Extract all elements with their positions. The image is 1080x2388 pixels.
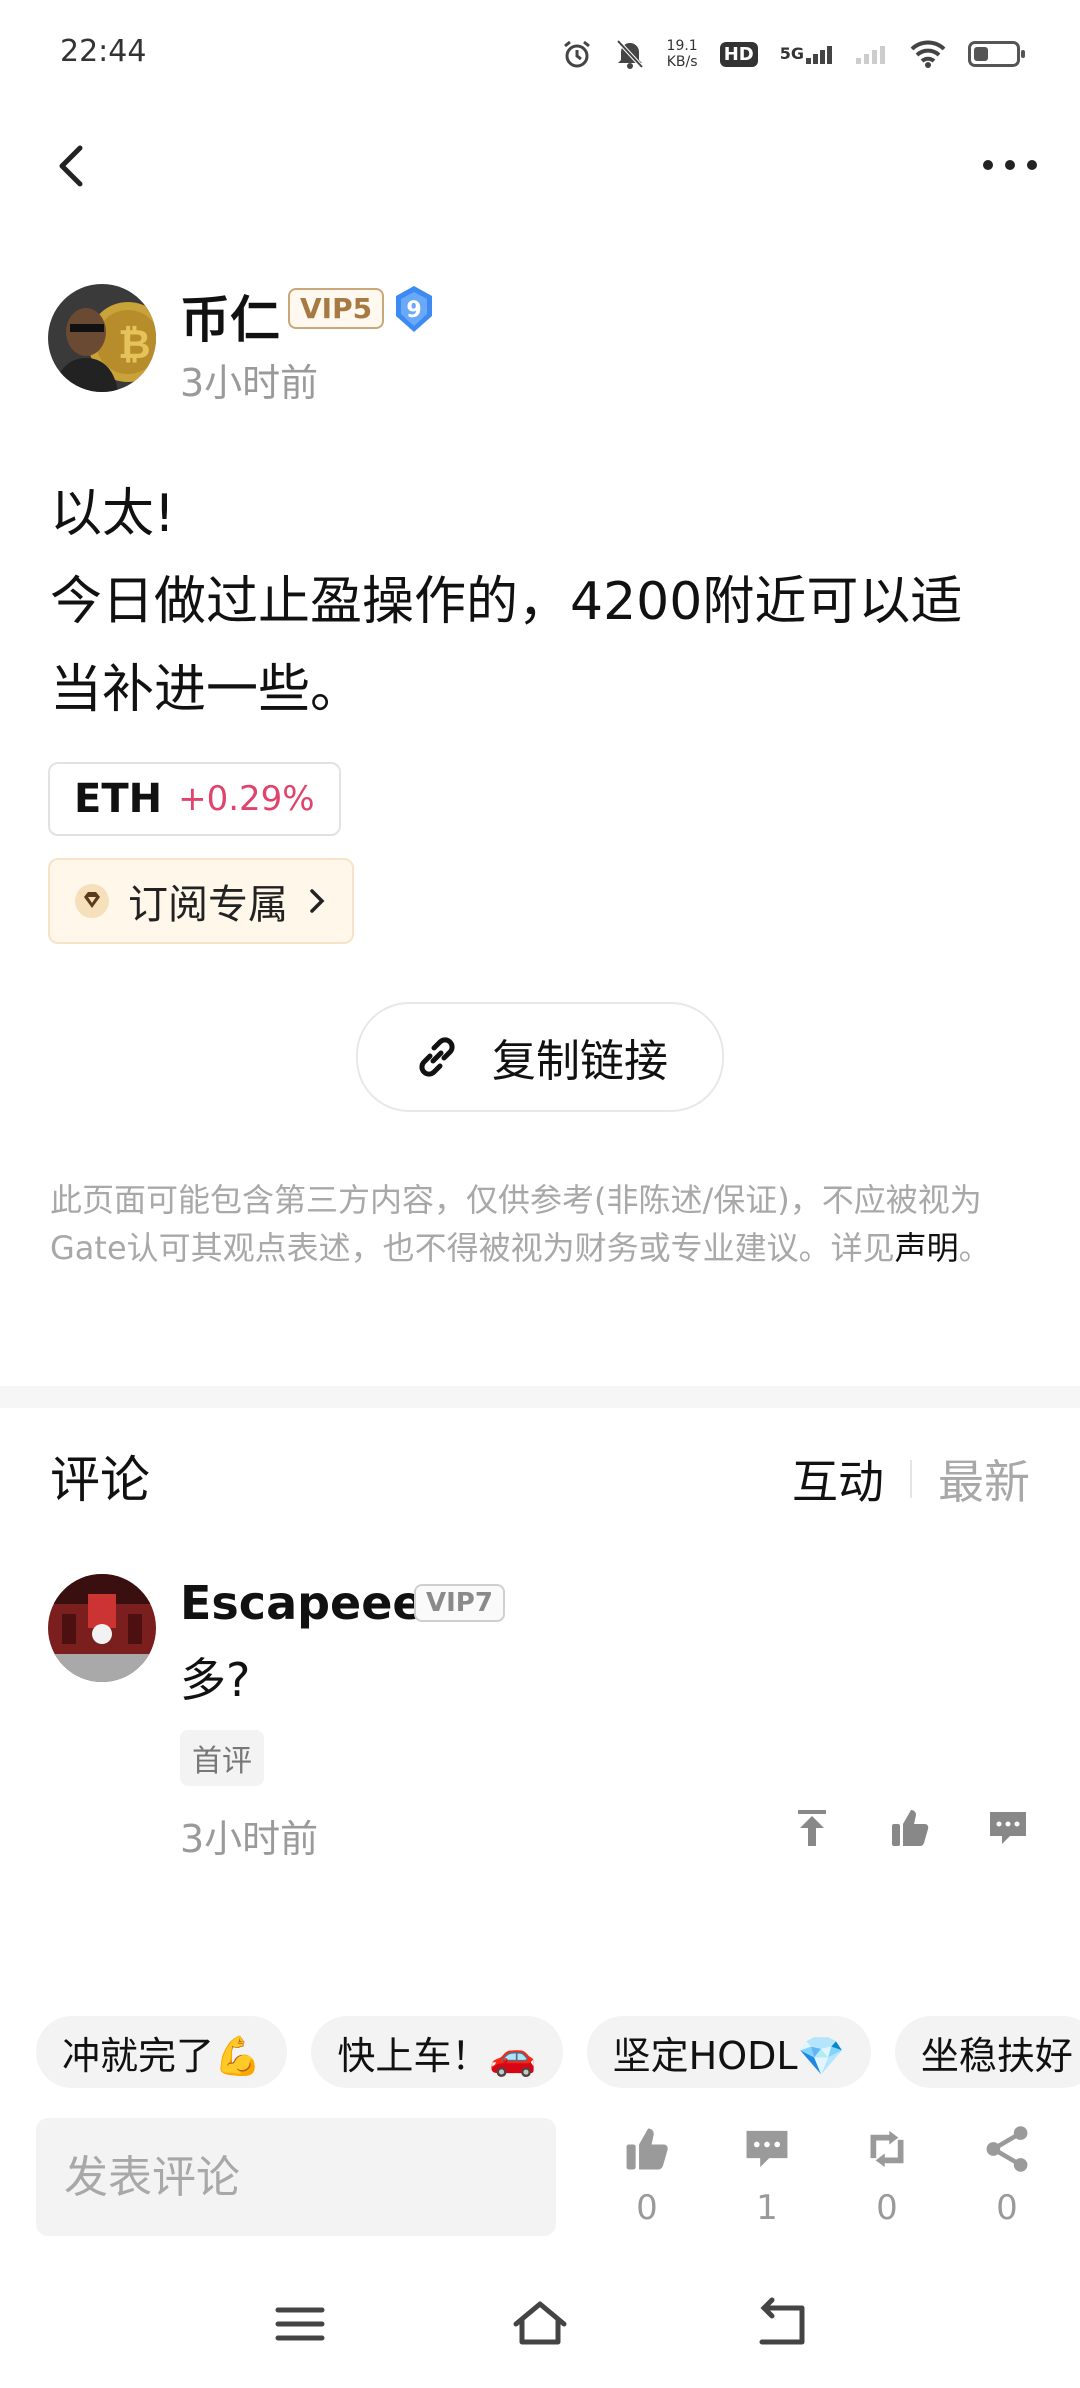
post-line: 当补进一些。 — [50, 660, 363, 720]
comment-stat[interactable]: 1 — [722, 2124, 812, 2228]
alarm-icon — [563, 40, 590, 68]
battery-icon — [968, 41, 1025, 67]
net-speed-value: 19.1 — [666, 38, 698, 54]
commenter-vip-badge: VIP7 — [414, 1584, 505, 1622]
comment-reply-button[interactable] — [986, 1806, 1030, 1850]
comment-icon — [746, 2130, 788, 2168]
share-icon — [986, 2126, 1028, 2172]
link-icon — [419, 1037, 455, 1077]
system-menu-button[interactable] — [270, 2296, 330, 2352]
share-count: 0 — [996, 2188, 1018, 2228]
pin-top-icon — [798, 1810, 826, 1846]
share-stat[interactable]: 0 — [962, 2124, 1052, 2228]
level-badge: 9 — [392, 284, 436, 334]
comment-time: 3小时前 — [180, 1817, 319, 1861]
disclaimer-text: 此页面可能包含第三方内容，仅供参考(非陈述/保证)，不应被视为Gate认可其观点… — [50, 1181, 982, 1267]
comment-sort-tabs: 互动 最新 — [792, 1446, 1030, 1512]
disclaimer: 此页面可能包含第三方内容，仅供参考(非陈述/保证)，不应被视为Gate认可其观点… — [50, 1176, 1030, 1272]
return-icon — [759, 2297, 805, 2345]
svg-text:₿: ₿ — [118, 322, 151, 368]
mute-icon — [616, 39, 644, 69]
net-speed-unit: KB/s — [666, 54, 698, 70]
post-line: 以太! — [50, 484, 175, 544]
home-icon — [513, 2301, 567, 2345]
token-tag[interactable]: ETH +0.29% — [48, 762, 341, 836]
chevron-left-icon — [59, 145, 83, 187]
status-icons: 19.1 KB/s HD 5G — [561, 38, 1025, 70]
quick-reply-chip[interactable]: 坐稳扶好 — [894, 2016, 1080, 2088]
pin-top-button[interactable] — [790, 1806, 834, 1850]
token-change: +0.29% — [178, 779, 315, 819]
vip-badge: VIP5 — [288, 288, 385, 329]
token-symbol: ETH — [74, 776, 163, 822]
quick-replies: 冲就完了💪 快上车！🚗 坚定HODL💎 坐稳扶好 — [36, 2016, 1080, 2088]
disclaimer-end: 。 — [958, 1229, 991, 1267]
more-dots-icon — [983, 160, 1037, 170]
signal-icon — [856, 46, 885, 64]
comment-actions — [790, 1806, 1030, 1850]
repost-stat[interactable]: 0 — [842, 2124, 932, 2228]
level-number: 9 — [406, 298, 421, 323]
comment-input[interactable] — [36, 2118, 556, 2236]
diamond-icon — [75, 884, 109, 918]
post-body: 以太! 今日做过止盈操作的，4200附近可以适 当补进一些。 — [50, 470, 1040, 734]
repost-icon — [870, 2130, 904, 2168]
signal-5g-icon: 5G — [780, 44, 834, 64]
quick-reply-chip[interactable]: 坚定HODL💎 — [586, 2016, 871, 2088]
tab-latest[interactable]: 最新 — [938, 1446, 1030, 1512]
subscribe-button[interactable]: 订阅专属 — [48, 858, 354, 944]
network-label: 5G — [779, 44, 804, 63]
back-button[interactable] — [50, 138, 94, 194]
author-avatar[interactable]: ₿ — [48, 284, 156, 392]
comment-text: 多? — [180, 1653, 251, 1707]
post-line: 今日做过止盈操作的，4200附近可以适 — [50, 572, 963, 632]
chevron-right-icon — [310, 889, 325, 913]
tab-separator — [910, 1460, 912, 1498]
system-home-button[interactable] — [510, 2296, 570, 2352]
tab-interaction[interactable]: 互动 — [792, 1446, 884, 1512]
quick-reply-chip[interactable]: 冲就完了💪 — [36, 2016, 288, 2088]
post-time: 3小时前 — [180, 361, 319, 405]
quick-reply-chip[interactable]: 快上车！🚗 — [311, 2016, 563, 2088]
thumb-up-icon — [892, 1810, 929, 1846]
wifi-icon — [910, 40, 946, 68]
commenter-avatar[interactable] — [48, 1574, 156, 1682]
like-stat[interactable]: 0 — [602, 2124, 692, 2228]
more-button[interactable] — [980, 150, 1040, 180]
copy-link-button[interactable]: 复制链接 — [356, 1002, 724, 1112]
system-back-button[interactable] — [752, 2296, 812, 2352]
like-count: 0 — [636, 2188, 658, 2228]
author-name[interactable]: 币仁 — [180, 280, 280, 352]
net-speed: 19.1 KB/s — [667, 38, 698, 70]
section-divider — [0, 1386, 1080, 1408]
menu-icon — [275, 2307, 325, 2341]
status-time: 22:44 — [60, 34, 147, 69]
commenter-name[interactable]: Escapeee — [180, 1576, 424, 1630]
disclaimer-link[interactable]: 声明 — [895, 1229, 959, 1267]
hd-icon: HD — [719, 41, 758, 67]
comment-count: 1 — [756, 2188, 778, 2228]
first-comment-tag: 首评 — [180, 1730, 264, 1786]
thumb-up-icon — [626, 2128, 668, 2170]
comment-like-button[interactable] — [888, 1806, 932, 1850]
subscribe-label: 订阅专属 — [128, 882, 288, 928]
comments-title: 评论 — [50, 1451, 150, 1509]
repost-count: 0 — [876, 2188, 898, 2228]
comment-icon — [990, 1812, 1026, 1844]
copy-link-label: 复制链接 — [492, 1036, 668, 1087]
